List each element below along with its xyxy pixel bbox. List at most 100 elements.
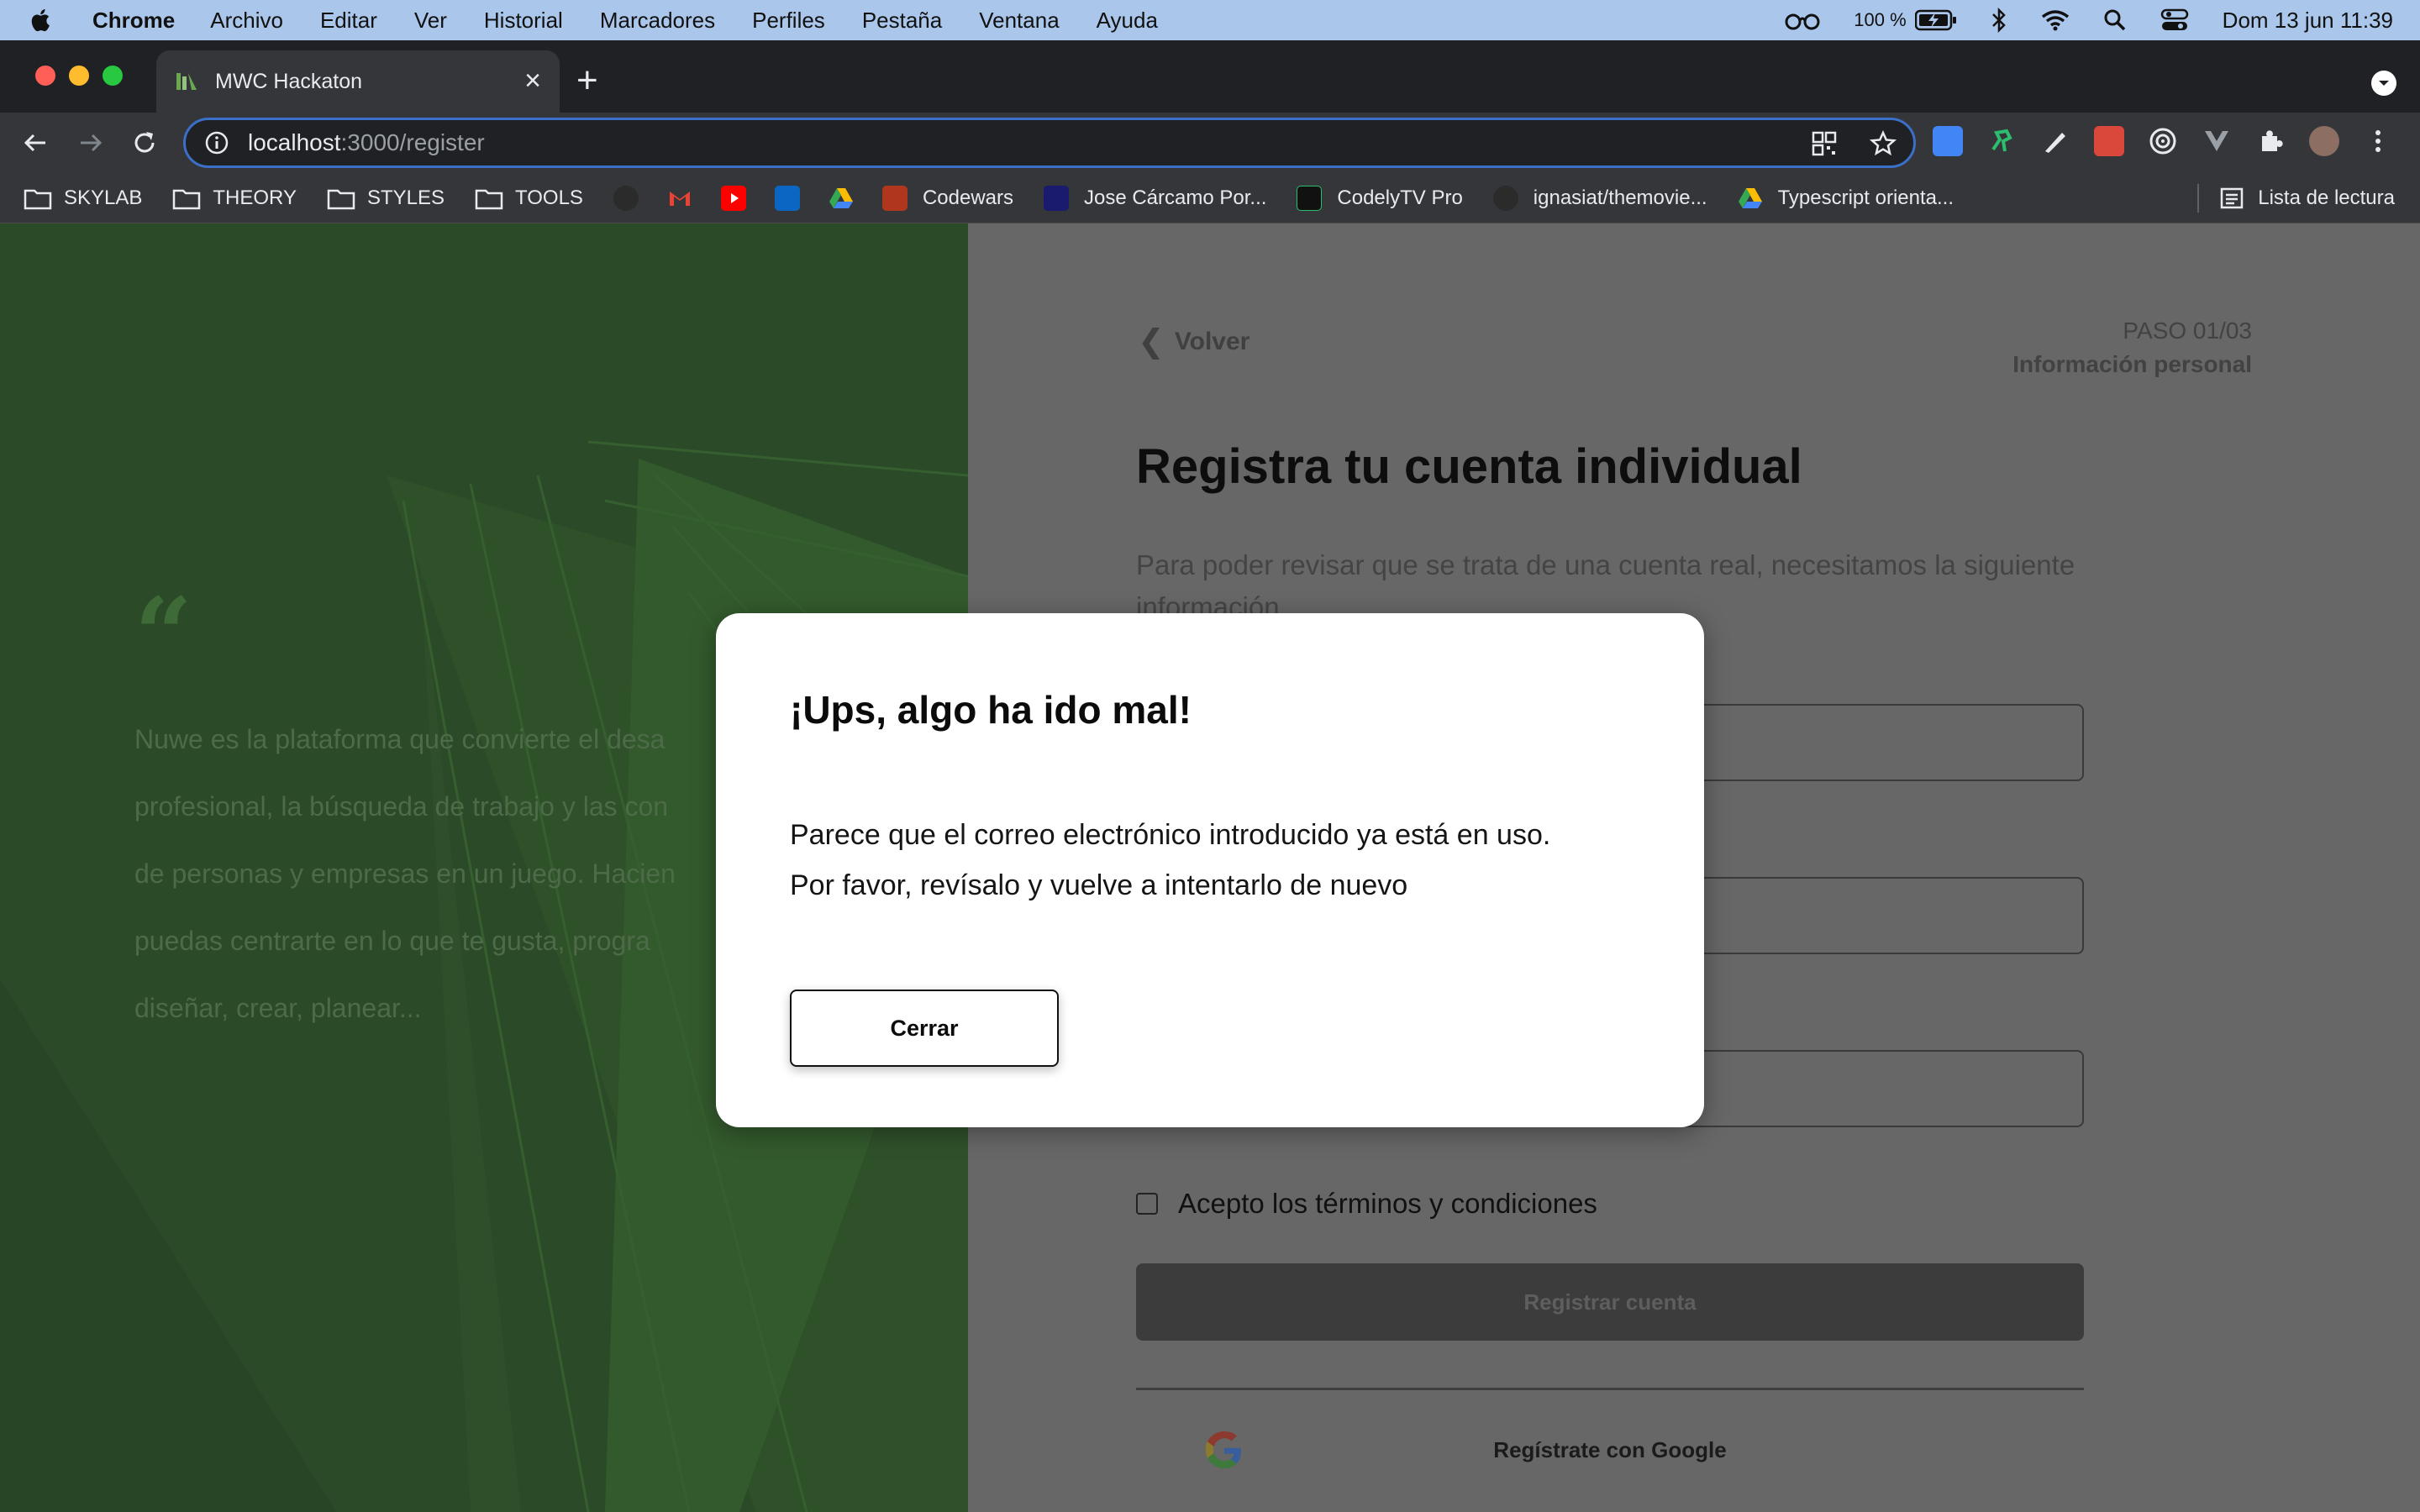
vue-devtools-extension-icon[interactable] bbox=[2202, 126, 2232, 156]
github-icon bbox=[1492, 185, 1518, 211]
menu-bar-status-area: 100 % Dom 13 jun 11:39 bbox=[1785, 0, 2393, 40]
google-drive-bookmark-icon[interactable] bbox=[829, 186, 854, 211]
google-logo-icon bbox=[1205, 1431, 1241, 1468]
error-modal: ¡Ups, algo ha ido mal! Parece que el cor… bbox=[716, 613, 1704, 1127]
step-label: Información personal bbox=[2012, 351, 2252, 377]
folder-icon bbox=[327, 189, 355, 209]
new-tab-plus-icon[interactable]: + bbox=[576, 60, 598, 101]
gmail-bookmark-icon[interactable] bbox=[667, 186, 692, 211]
reading-glasses-icon[interactable] bbox=[1785, 10, 1820, 30]
spotlight-search-icon[interactable] bbox=[2103, 8, 2127, 32]
bookmark-label: CodelyTV Pro bbox=[1337, 186, 1463, 209]
browser-tab-active[interactable]: MWC Hackaton × bbox=[156, 50, 560, 113]
menu-app-name[interactable]: Chrome bbox=[92, 8, 175, 34]
bookmark-ignasiat[interactable]: ignasiat/themovie... bbox=[1492, 185, 1707, 211]
menu-marcadores[interactable]: Marcadores bbox=[600, 8, 715, 34]
chrome-menu-kebab-icon[interactable] bbox=[2363, 126, 2393, 156]
register-account-button[interactable]: Registrar cuenta bbox=[1136, 1263, 2084, 1341]
address-bar[interactable]: localhost:3000/register bbox=[183, 118, 1916, 168]
back-link[interactable]: ❮ Volver bbox=[1138, 323, 1249, 360]
bookmark-codewars[interactable]: Codewars bbox=[881, 185, 1013, 211]
modal-message-line: Por favor, revísalo y vuelve a intentarl… bbox=[790, 869, 1408, 901]
pen-extension-icon[interactable] bbox=[2040, 126, 2070, 156]
window-minimize-button[interactable] bbox=[69, 66, 89, 86]
google-translate-extension-icon[interactable] bbox=[1933, 126, 1963, 156]
bookmark-folder-theory[interactable]: THEORY bbox=[172, 186, 297, 210]
tab-title: MWC Hackaton bbox=[215, 69, 363, 93]
menu-historial[interactable]: Historial bbox=[484, 8, 563, 34]
reload-icon[interactable] bbox=[126, 124, 163, 161]
menu-archivo[interactable]: Archivo bbox=[210, 8, 283, 34]
close-modal-button[interactable]: Cerrar bbox=[790, 990, 1059, 1067]
bookmark-jose-carcamo[interactable]: Jose Cárcamo Por... bbox=[1043, 185, 1267, 211]
bookmark-label: TOOLS bbox=[515, 186, 583, 209]
modal-title: ¡Ups, algo ha ido mal! bbox=[790, 688, 1192, 732]
battery-charging-icon[interactable] bbox=[1914, 9, 1957, 31]
google-signup-button[interactable]: Regístrate con Google bbox=[1136, 1399, 2084, 1500]
web-page: “ Nuwe es la plataforma que convierte el… bbox=[0, 223, 2420, 1512]
macos-menu-bar: Chrome Archivo Editar Ver Historial Marc… bbox=[0, 0, 2420, 40]
page-title: Registra tu cuenta individual bbox=[1136, 439, 1802, 494]
youtube-bookmark-icon[interactable] bbox=[720, 185, 746, 211]
reading-list-icon bbox=[2220, 187, 2244, 209]
profile-avatar[interactable] bbox=[2309, 126, 2339, 156]
step-indicator: PASO 01/03 Información personal bbox=[2012, 318, 2252, 378]
browser-tab-strip: MWC Hackaton × + bbox=[0, 40, 2420, 113]
tab-close-icon[interactable]: × bbox=[524, 66, 541, 96]
quote-mark-icon: “ bbox=[134, 575, 193, 694]
terms-checkbox-row[interactable]: Acepto los términos y condiciones bbox=[1136, 1188, 1597, 1220]
bookmark-codelytv[interactable]: CodelyTV Pro bbox=[1297, 185, 1463, 211]
bluetooth-icon[interactable] bbox=[1991, 8, 2007, 33]
browser-toolbar: localhost:3000/register bbox=[0, 113, 2420, 173]
qr-code-icon[interactable] bbox=[1811, 130, 1838, 157]
terms-label: Acepto los términos y condiciones bbox=[1178, 1188, 1597, 1219]
menu-ayuda[interactable]: Ayuda bbox=[1097, 8, 1158, 34]
codelytv-icon bbox=[1297, 185, 1323, 211]
control-center-icon[interactable] bbox=[2160, 8, 2189, 32]
apple-icon[interactable] bbox=[27, 6, 55, 34]
menu-bar-clock[interactable]: Dom 13 jun 11:39 bbox=[2223, 8, 2393, 34]
reading-list-button[interactable]: Lista de lectura bbox=[2197, 173, 2395, 223]
tab-search-dropdown-icon[interactable] bbox=[2371, 71, 2396, 96]
extensions-area bbox=[1933, 126, 2393, 156]
bookmarks-divider bbox=[2197, 184, 2200, 213]
wifi-icon[interactable] bbox=[2041, 9, 2070, 31]
folder-icon bbox=[475, 189, 503, 209]
terms-checkbox[interactable] bbox=[1136, 1193, 1158, 1215]
folder-icon bbox=[24, 189, 52, 209]
bookmark-typescript[interactable]: Typescript orienta... bbox=[1738, 186, 1954, 211]
reading-list-label: Lista de lectura bbox=[2258, 186, 2395, 209]
red-puzzle-extension-icon[interactable] bbox=[2094, 126, 2124, 156]
window-zoom-button[interactable] bbox=[103, 66, 123, 86]
site-info-icon[interactable] bbox=[204, 130, 229, 155]
menu-editar[interactable]: Editar bbox=[320, 8, 377, 34]
menu-perfiles[interactable]: Perfiles bbox=[752, 8, 825, 34]
bookmark-label: THEORY bbox=[213, 186, 297, 209]
menu-pestana[interactable]: Pestaña bbox=[862, 8, 942, 34]
bookmark-label: Jose Cárcamo Por... bbox=[1083, 186, 1267, 209]
url-path: :3000/register bbox=[340, 129, 485, 155]
bookmark-folder-skylab[interactable]: SKYLAB bbox=[24, 186, 142, 210]
target-extension-icon[interactable] bbox=[2148, 126, 2178, 156]
bookmarks-bar: SKYLAB THEORY STYLES TOOLS Codewars Jose… bbox=[0, 173, 2420, 223]
green-runner-extension-icon[interactable] bbox=[1986, 126, 2017, 156]
bookmark-star-icon[interactable] bbox=[1870, 130, 1897, 157]
google-signup-label: Regístrate con Google bbox=[1493, 1436, 1727, 1462]
bookmark-label: Typescript orienta... bbox=[1777, 186, 1954, 209]
bookmark-label: ignasiat/themovie... bbox=[1533, 186, 1707, 209]
form-divider bbox=[1136, 1388, 2084, 1390]
url-host: localhost bbox=[248, 129, 341, 155]
forward-arrow-icon[interactable] bbox=[72, 124, 109, 161]
menu-ver[interactable]: Ver bbox=[414, 8, 447, 34]
battery-percent: 100 % bbox=[1854, 9, 1907, 30]
extensions-puzzle-icon[interactable] bbox=[2255, 126, 2286, 156]
bookmark-folder-tools[interactable]: TOOLS bbox=[475, 186, 583, 210]
bookmark-label: Codewars bbox=[922, 186, 1013, 209]
window-close-button[interactable] bbox=[35, 66, 55, 86]
menu-ventana[interactable]: Ventana bbox=[979, 8, 1059, 34]
bookmark-label: STYLES bbox=[366, 186, 445, 209]
github-bookmark-icon[interactable] bbox=[613, 185, 639, 211]
linkedin-bookmark-icon[interactable] bbox=[774, 185, 800, 211]
bookmark-folder-styles[interactable]: STYLES bbox=[327, 186, 445, 210]
back-arrow-icon[interactable] bbox=[17, 124, 54, 161]
